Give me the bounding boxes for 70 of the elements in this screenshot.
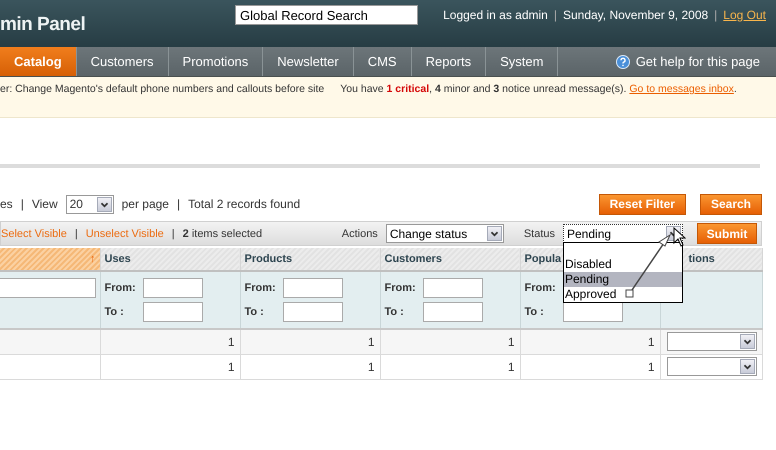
from-field[interactable] — [422, 278, 482, 298]
table-cell: 1 — [100, 329, 240, 354]
help-icon — [616, 54, 630, 68]
column-header[interactable]: Customers — [380, 248, 520, 271]
to-field[interactable] — [282, 302, 342, 322]
separator: | — [74, 228, 78, 240]
to-label: To : — [384, 306, 405, 318]
caret-icon — [96, 196, 112, 212]
search-field[interactable]: Global Record Search — [235, 5, 418, 25]
filter-field[interactable] — [0, 278, 96, 298]
table-cell: 1 — [240, 354, 380, 379]
to-label: To : — [104, 306, 125, 318]
row-action-select[interactable] — [666, 357, 756, 376]
separator: | — [176, 197, 180, 211]
records-total: Total 2 records found — [188, 197, 300, 211]
from-field[interactable] — [282, 278, 342, 298]
row-action-select[interactable] — [666, 332, 756, 352]
search-button[interactable]: Search — [700, 194, 762, 214]
date-label: Sunday, November 9, 2008 — [562, 8, 708, 22]
to-label: To : — [244, 306, 265, 318]
pager-text: es — [0, 197, 13, 211]
from-label: From: — [524, 282, 557, 294]
nav-tab[interactable]: System — [486, 47, 558, 76]
from-label: From: — [384, 282, 417, 294]
to-label: To : — [524, 306, 545, 318]
nav-tab[interactable]: Newsletter — [263, 47, 354, 76]
sort-arrow: ↑ — [90, 253, 96, 265]
inbox-link[interactable]: Go to messages inbox — [629, 83, 734, 95]
notice-message: er: Change Magento's default phone numbers and callouts before site — [0, 83, 324, 97]
nav-tab[interactable]: Catalog — [0, 47, 77, 76]
to-field[interactable] — [142, 302, 202, 322]
actions-label: Actions — [342, 228, 378, 240]
messages-summary: You have 1 critical, 4 minor and 3 notice unread message(s). Go to messages inbox. — [340, 83, 737, 97]
table-cell: 1 — [380, 329, 520, 354]
per-page-label: per page — [122, 197, 169, 211]
help-link[interactable]: Get help for this page — [616, 47, 760, 76]
caret-icon — [740, 359, 754, 374]
view-label: View — [32, 197, 58, 211]
nav-tab[interactable]: CMS — [354, 47, 412, 76]
user-label: Logged in as admin — [443, 8, 548, 22]
table-cell: 1 — [520, 354, 660, 379]
separator: | — [20, 197, 24, 211]
column-header[interactable]: Products — [240, 248, 380, 271]
separator: | — [172, 228, 175, 240]
table-cell: 1 — [380, 354, 520, 379]
to-field[interactable] — [422, 302, 482, 322]
table-cell: 1 — [520, 329, 660, 354]
caret-icon — [740, 334, 754, 350]
submit-button[interactable]: Submit — [697, 223, 757, 244]
caret-icon — [486, 226, 502, 241]
status-label: Status — [524, 228, 555, 240]
from-field[interactable] — [142, 278, 202, 298]
per-page-select[interactable]: 20 — [66, 194, 114, 214]
separator: | — [714, 8, 718, 22]
nav-tab[interactable]: Reports — [412, 47, 486, 76]
table-cell: 1 — [240, 329, 380, 354]
nav-tab[interactable]: Customers — [76, 47, 169, 76]
logo: min Panel — [0, 14, 86, 36]
dropdown-option[interactable]: Pending — [564, 272, 682, 287]
column-header[interactable]: Uses — [100, 248, 240, 271]
selected-count: 2 items selected — [182, 228, 262, 240]
from-label: From: — [244, 282, 277, 294]
to-field[interactable] — [562, 302, 622, 322]
logout-link[interactable]: Log Out — [723, 8, 766, 22]
from-label: From: — [104, 282, 137, 294]
actions-select[interactable]: Change status — [386, 224, 504, 243]
reset-filter-button[interactable]: Reset Filter — [598, 194, 686, 214]
separator: | — [554, 8, 557, 22]
nav-tab[interactable]: Promotions — [168, 47, 264, 76]
table-cell: 1 — [100, 354, 240, 379]
